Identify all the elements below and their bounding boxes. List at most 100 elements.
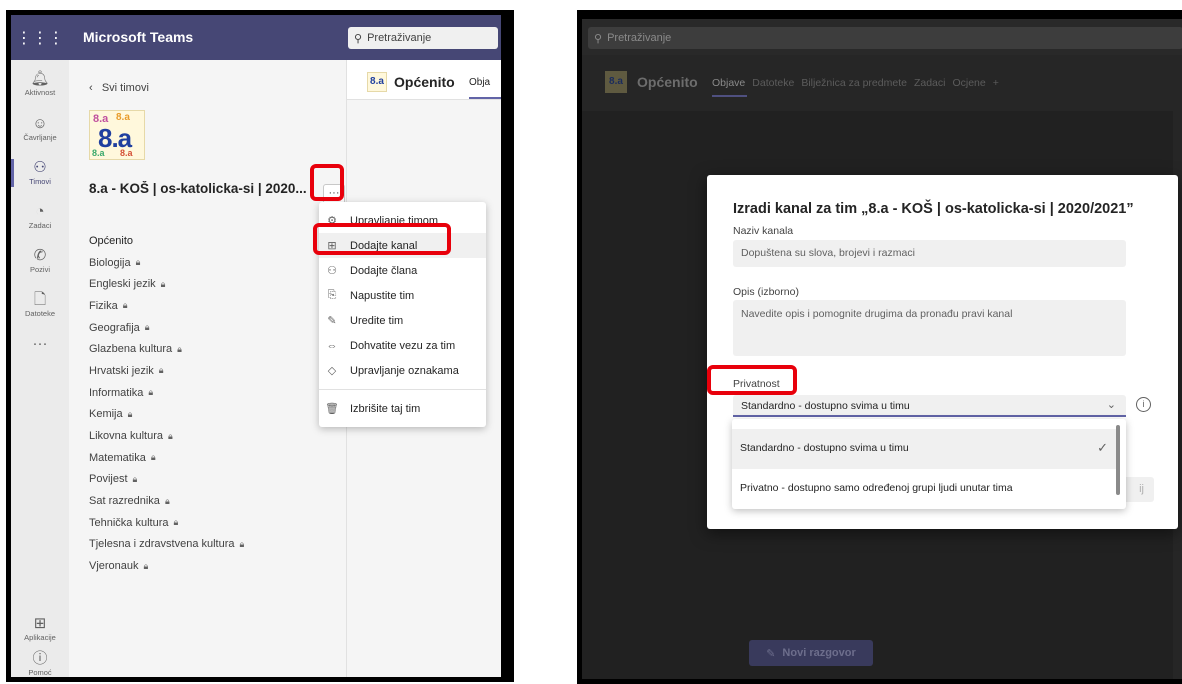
lock-icon: 🔒︎	[164, 495, 170, 506]
channel-item[interactable]: Hrvatski jezik 🔒︎	[89, 360, 244, 382]
rail-item-files[interactable]: 🗋︎ Datoteke	[11, 291, 69, 318]
lock-icon: 🔒︎	[239, 538, 245, 549]
rail-item-activity[interactable]: 🔔︎ Aktivnost	[11, 70, 69, 97]
channel-title: Općenito	[637, 74, 698, 90]
channel-item[interactable]: Glazbena kultura 🔒︎	[89, 338, 244, 360]
channel-name-label: Naziv kanala	[733, 225, 794, 237]
teams-icon: ⚇	[33, 159, 47, 176]
leave-team-icon: ⎘	[327, 289, 337, 301]
lock-icon: 🔒︎	[173, 517, 179, 528]
menu-item-edit-team[interactable]: ✎ Uredite tim	[319, 308, 486, 333]
description-input[interactable]: Navedite opis i pomognite drugima da pro…	[733, 300, 1126, 356]
lock-icon: 🔒︎	[143, 560, 149, 571]
tab-class-notebook[interactable]: Bilježnica za predmete	[801, 77, 907, 89]
link-icon: ⇔	[326, 339, 338, 352]
add-tab-icon[interactable]: +	[993, 77, 999, 89]
privacy-option-standard[interactable]: Standardno - dostupno svima u timu ✓	[732, 429, 1120, 469]
search-icon: ⚲	[354, 32, 363, 45]
search-placeholder: Pretraživanje	[367, 32, 432, 44]
rail-item-calls[interactable]: ✆ Pozivi	[11, 247, 69, 274]
lock-icon: 🔒︎	[132, 473, 138, 484]
channel-item[interactable]: Kemija 🔒︎	[89, 404, 244, 426]
description-label: Opis (izborno)	[733, 286, 799, 298]
tab-assignments[interactable]: Zadaci	[914, 77, 946, 89]
tag-icon: ◇	[327, 365, 337, 377]
channel-item[interactable]: Tehnička kultura 🔒︎	[89, 512, 244, 534]
checkmark-icon: ✓	[1097, 440, 1108, 455]
privacy-option-private[interactable]: Privatno - dostupno samo određenoj grupi…	[732, 469, 1120, 509]
channel-item[interactable]: Fizika 🔒︎	[89, 295, 244, 317]
lock-icon: 🔒︎	[127, 408, 133, 419]
lock-icon: 🔒︎	[158, 365, 164, 376]
more-icon: ···	[32, 335, 48, 352]
channel-item[interactable]: Općenito	[89, 230, 244, 252]
channel-item[interactable]: Informatika 🔒︎	[89, 382, 244, 404]
info-icon[interactable]: i	[1136, 397, 1151, 412]
search-icon: ⚲	[594, 32, 603, 45]
menu-item-delete-team[interactable]: 🗑︎ Izbrišite taj tim	[319, 396, 486, 421]
channel-item[interactable]: Biologija 🔒︎	[89, 252, 244, 274]
privacy-select[interactable]: Standardno - dostupno svima u timu ⌄	[733, 395, 1126, 417]
team-logo: 8.a 8.a 8.a 8.a 8.a	[89, 110, 145, 160]
active-tab-indicator	[712, 95, 747, 97]
title-bar: ⚲ Pretraživanje	[582, 19, 1182, 55]
rail-item-help[interactable]: ⓘ Pomoć	[11, 650, 69, 677]
dialog-title: Izradi kanal za tim „8.a - KOŠ | os-kato…	[733, 201, 1134, 217]
title-bar: ⋮⋮⋮ Microsoft Teams ⚲ Pretraživanje	[11, 15, 501, 60]
channel-item[interactable]: Geografija 🔒︎	[89, 317, 244, 339]
channel-logo: 8.a	[367, 72, 387, 92]
channel-item[interactable]: Vjeronauk 🔒︎	[89, 555, 244, 577]
tab-posts[interactable]: Obja	[469, 77, 490, 88]
channel-header: 8.a Općenito Obja	[347, 60, 501, 100]
app-launcher-icon[interactable]: ⋮⋮⋮	[11, 15, 69, 60]
trash-icon: 🗑︎	[325, 403, 339, 415]
chevron-down-icon: ⌄	[1106, 399, 1116, 411]
assignments-icon: ◔	[35, 203, 45, 220]
rail-item-assignments[interactable]: ◔ Zadaci	[11, 203, 69, 230]
back-to-all-teams-link[interactable]: ‹ Svi timovi	[89, 82, 149, 94]
channel-item[interactable]: Sat razrednika 🔒︎	[89, 490, 244, 512]
teams-window: ⋮⋮⋮ Microsoft Teams ⚲ Pretraživanje 🔔︎ A…	[11, 15, 501, 677]
search-input[interactable]: ⚲ Pretraživanje	[588, 27, 1182, 49]
new-conversation-button[interactable]: ✎ Novi razgovor	[749, 640, 873, 666]
channel-item[interactable]: Matematika 🔒︎	[89, 447, 244, 469]
menu-item-add-member[interactable]: ⚇ Dodajte člana	[319, 258, 486, 283]
create-channel-dialog: Izradi kanal za tim „8.a - KOŠ | os-kato…	[707, 175, 1178, 529]
lock-icon: 🔒︎	[160, 278, 166, 289]
channel-item[interactable]: Engleski jezik 🔒︎	[89, 273, 244, 295]
menu-item-manage-tags[interactable]: ◇ Upravljanje oznakama	[319, 358, 486, 383]
channel-item[interactable]: Likovna kultura 🔒︎	[89, 425, 244, 447]
team-name: 8.a - KOŠ | os-katolicka-si | 2020...	[89, 181, 307, 196]
compose-icon: ✎	[766, 647, 776, 660]
lock-icon: 🔒︎	[148, 387, 154, 398]
channel-item[interactable]: Povijest 🔒︎	[89, 469, 244, 491]
menu-item-leave-team[interactable]: ⎘ Napustite tim	[319, 283, 486, 308]
lock-icon: 🔒︎	[144, 322, 150, 333]
channel-tabs: Objave Datoteke Bilježnica za predmete Z…	[712, 77, 999, 89]
dropdown-scrollbar[interactable]	[1116, 425, 1120, 495]
lock-icon: 🔒︎	[135, 257, 141, 268]
tab-files[interactable]: Datoteke	[752, 77, 794, 89]
search-input[interactable]: ⚲ Pretraživanje	[348, 27, 498, 49]
rail-item-more[interactable]: ···	[11, 335, 69, 352]
chevron-left-icon: ‹	[89, 82, 93, 94]
rail-item-apps[interactable]: ⊞ Aplikacije	[11, 615, 69, 642]
highlight-privacy-label	[707, 365, 797, 395]
phone-icon: ✆	[33, 247, 47, 264]
right-screenshot: ⚲ Pretraživanje 8.a Općenito Objave Dato…	[577, 10, 1182, 684]
tab-grades[interactable]: Ocjene	[952, 77, 985, 89]
channel-name-input[interactable]: Dopuštena su slova, brojevi i razmaci	[733, 240, 1126, 267]
rail-item-teams[interactable]: ⚇ Timovi	[11, 159, 69, 187]
teams-window-dimmed: ⚲ Pretraživanje 8.a Općenito Objave Dato…	[582, 19, 1182, 679]
channel-item[interactable]: Tjelesna i zdravstvena kultura 🔒︎	[89, 534, 244, 556]
rail-item-chat[interactable]: ☺ Čavrljanje	[11, 115, 69, 142]
lock-icon: 🔒︎	[168, 430, 173, 441]
menu-item-get-link[interactable]: ⇔ Dohvatite vezu za tim	[319, 333, 486, 358]
highlight-add-channel	[313, 223, 451, 255]
privacy-dropdown: Standardno - dostupno svima u timu ✓ Pri…	[732, 419, 1126, 509]
channel-header: 8.a Općenito Objave Datoteke Bilježnica …	[582, 55, 1182, 111]
chat-icon: ☺	[32, 115, 48, 132]
pencil-icon: ✎	[327, 315, 337, 327]
add-member-icon: ⚇	[327, 265, 337, 277]
tab-posts[interactable]: Objave	[712, 77, 745, 89]
